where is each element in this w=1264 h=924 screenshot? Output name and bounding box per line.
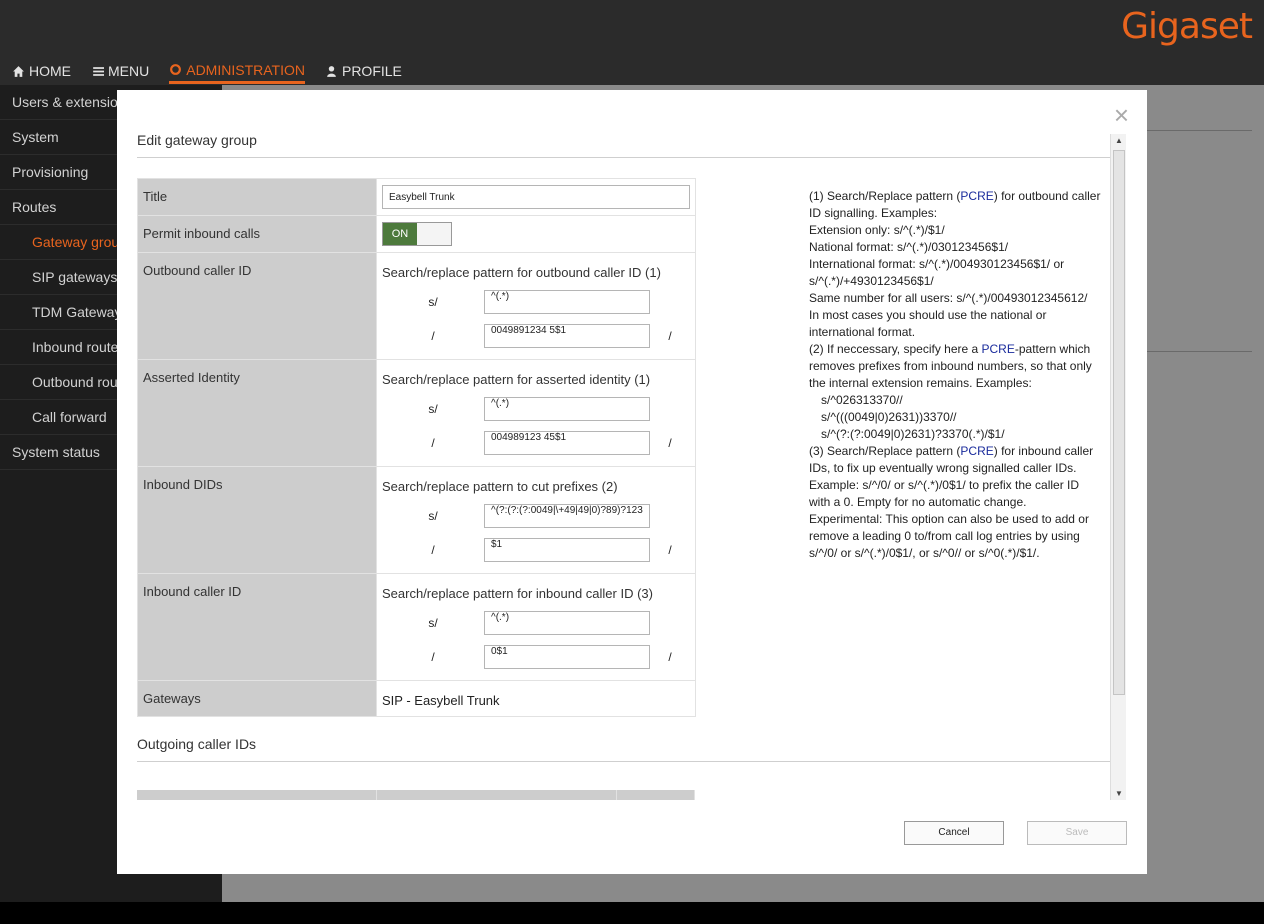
cancel-button[interactable]: Cancel: [904, 821, 1004, 845]
user-icon: [327, 65, 336, 77]
slash: /: [431, 650, 435, 664]
slash: /: [668, 329, 672, 343]
outbound-pattern-title: Search/replace pattern for outbound call…: [382, 265, 661, 280]
title-input[interactable]: [382, 185, 690, 209]
slash: /: [431, 329, 435, 343]
nav-home-label: HOME: [29, 63, 71, 79]
menu-icon: [93, 66, 104, 76]
nav-profile[interactable]: PROFILE: [325, 58, 402, 84]
inbound-caller-id-label: Inbound caller ID: [137, 573, 377, 681]
s-prefix: s/: [428, 295, 438, 309]
inbound-search-input[interactable]: ^(.*): [484, 611, 650, 635]
nav-home[interactable]: HOME: [12, 58, 71, 84]
gateways-label: Gateways: [137, 680, 377, 717]
outbound-caller-id-label: Outbound caller ID: [137, 252, 377, 360]
title-label: Title: [137, 178, 377, 216]
brand-logo: Gigaset: [1121, 6, 1253, 47]
permit-inbound-label: Permit inbound calls: [137, 215, 377, 253]
top-bar: Gigaset HOME MENU ADMINISTRATION PROFILE: [0, 0, 1264, 85]
home-icon: [13, 65, 24, 77]
s-prefix: s/: [428, 509, 438, 523]
asserted-replace-input[interactable]: 004989123 45$1: [484, 431, 650, 455]
close-icon[interactable]: ×: [1114, 102, 1129, 128]
scroll-down-icon[interactable]: ▼: [1115, 789, 1123, 798]
outgoing-caller-ids-table-header: [137, 790, 695, 800]
main-nav: HOME MENU ADMINISTRATION PROFILE: [12, 58, 402, 84]
s-prefix: s/: [428, 616, 438, 630]
asserted-identity-label: Asserted Identity: [137, 359, 377, 467]
nav-menu-label: MENU: [108, 63, 150, 79]
inbound-replace-input[interactable]: 0$1: [484, 645, 650, 669]
dialog-scrollbar[interactable]: ▲ ▼: [1110, 134, 1126, 800]
help-text: (1) Search/Replace pattern (PCRE) for ou…: [809, 189, 1101, 560]
gear-icon: [170, 64, 182, 75]
asserted-pattern-title: Search/replace pattern for asserted iden…: [382, 372, 651, 387]
nav-administration-label: ADMINISTRATION: [186, 61, 305, 78]
dialog-title: Edit gateway group: [137, 132, 1111, 158]
inbound-dids-label: Inbound DIDs: [137, 466, 377, 574]
outgoing-caller-ids-title: Outgoing caller IDs: [137, 736, 1111, 762]
gateways-value: SIP - Easybell Trunk: [376, 680, 696, 717]
dids-pattern-title: Search/replace pattern to cut prefixes (…: [382, 479, 618, 494]
edit-gateway-group-dialog: × Edit gateway group Title Permit inboun…: [117, 90, 1147, 874]
nav-administration[interactable]: ADMINISTRATION: [169, 58, 305, 84]
slash: /: [668, 436, 672, 450]
slash: /: [668, 543, 672, 557]
outbound-search-input[interactable]: ^(.*): [484, 290, 650, 314]
slash: /: [431, 543, 435, 557]
divider: [1140, 130, 1252, 131]
toggle-on-state: ON: [383, 223, 417, 245]
dids-replace-input[interactable]: $1: [484, 538, 650, 562]
scroll-thumb[interactable]: [1113, 150, 1125, 695]
scroll-up-icon[interactable]: ▲: [1115, 136, 1123, 145]
slash: /: [668, 650, 672, 664]
nav-profile-label: PROFILE: [341, 63, 402, 79]
slash: /: [431, 436, 435, 450]
bottom-bar: [0, 902, 1264, 924]
outbound-replace-input[interactable]: 0049891234 5$1: [484, 324, 650, 348]
pcre-link[interactable]: PCRE: [982, 342, 1015, 356]
inbound-pattern-title: Search/replace pattern for inbound calle…: [382, 586, 653, 601]
gateway-group-form: Title Permit inbound calls ON Outbound c…: [137, 178, 696, 717]
asserted-search-input[interactable]: ^(.*): [484, 397, 650, 421]
dialog-content: Edit gateway group Title Permit inbound …: [137, 132, 1111, 800]
permit-inbound-toggle[interactable]: ON: [382, 222, 452, 246]
pcre-link[interactable]: PCRE: [960, 189, 993, 203]
s-prefix: s/: [428, 402, 438, 416]
nav-menu[interactable]: MENU: [91, 58, 149, 84]
divider: [1140, 351, 1252, 352]
pcre-link[interactable]: PCRE: [960, 444, 993, 458]
dids-search-input[interactable]: ^(?:(?:(?:0049|\+49|49|0)?89)?123: [484, 504, 650, 528]
save-button[interactable]: Save: [1027, 821, 1127, 845]
